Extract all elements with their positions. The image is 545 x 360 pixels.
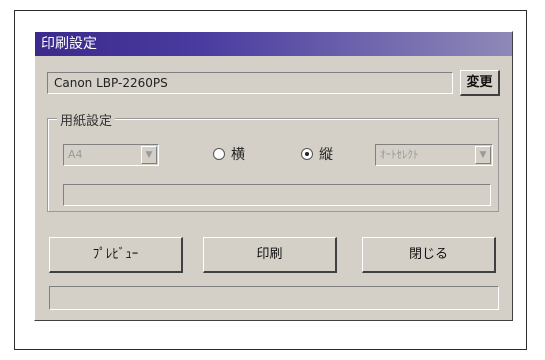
chevron-down-icon[interactable]: ▼ xyxy=(141,146,157,164)
change-printer-button[interactable]: 変更 xyxy=(460,70,500,96)
print-settings-dialog: 印刷設定 Canon LBP-2260PS 変更 用紙設定 A4 ▼ 横 縦 ｵ… xyxy=(34,31,513,321)
status-bar xyxy=(49,286,499,310)
orientation-landscape-radio[interactable]: 横 xyxy=(213,145,245,165)
paper-size-value: A4 xyxy=(68,148,83,161)
paper-size-select[interactable]: A4 ▼ xyxy=(63,144,159,166)
paper-source-select[interactable]: ｵｰﾄｾﾚｸﾄ ▼ xyxy=(375,144,493,166)
title-bar[interactable]: 印刷設定 xyxy=(35,32,512,56)
paper-settings-legend: 用紙設定 xyxy=(57,110,116,129)
chevron-down-icon[interactable]: ▼ xyxy=(475,146,491,164)
preview-button[interactable]: ﾌﾟﾚﾋﾞｭｰ xyxy=(49,237,183,273)
close-button[interactable]: 閉じる xyxy=(362,237,496,273)
portrait-label: 縦 xyxy=(319,147,333,163)
printer-name: Canon LBP-2260PS xyxy=(54,76,168,90)
radio-selected-icon xyxy=(301,148,313,160)
printer-name-field: Canon LBP-2260PS xyxy=(47,72,453,94)
radio-unselected-icon xyxy=(213,148,225,160)
print-button[interactable]: 印刷 xyxy=(203,237,337,273)
window-title: 印刷設定 xyxy=(41,36,97,52)
paper-info-field xyxy=(63,184,491,206)
paper-source-value: ｵｰﾄｾﾚｸﾄ xyxy=(380,148,419,161)
orientation-portrait-radio[interactable]: 縦 xyxy=(301,145,333,165)
landscape-label: 横 xyxy=(231,147,245,163)
